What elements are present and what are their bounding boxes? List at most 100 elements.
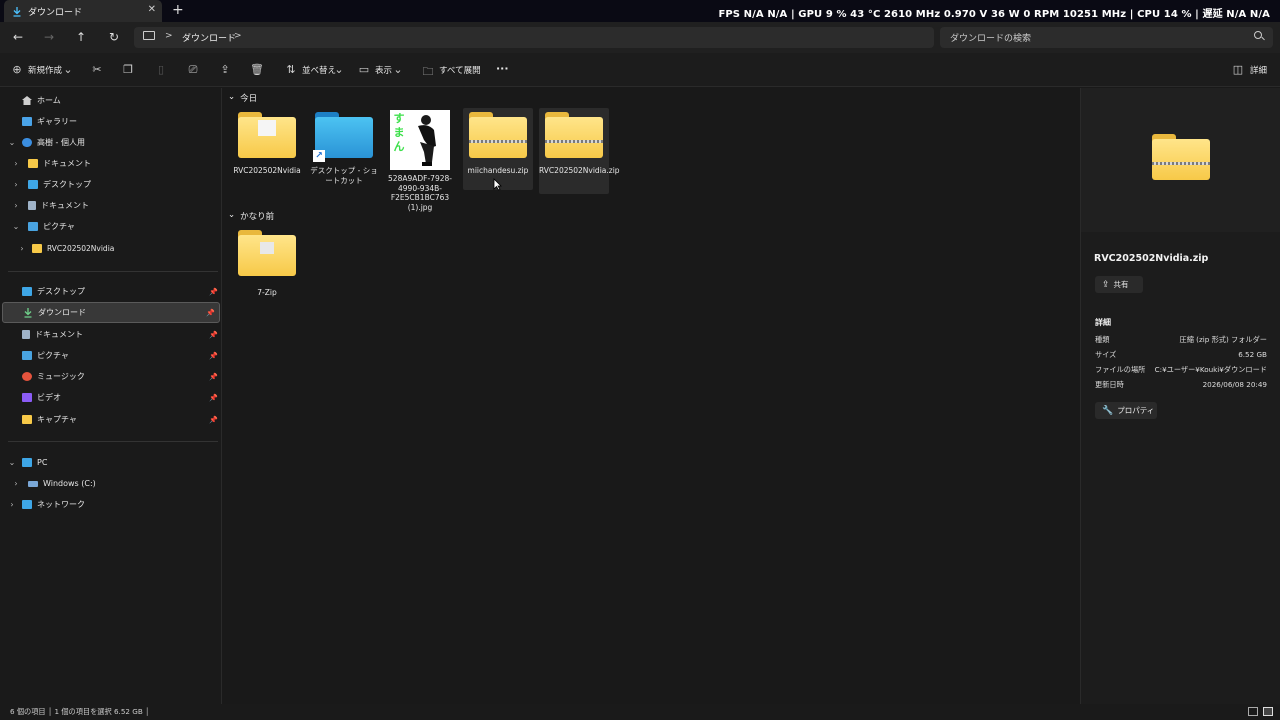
details-button[interactable]: 詳細	[1250, 64, 1267, 76]
chevron-down-icon[interactable]: ⌄	[12, 222, 20, 231]
pin-icon[interactable]: 📌	[206, 309, 215, 317]
sidebar-item-music[interactable]: ミュージック 📌	[0, 366, 222, 387]
chevron-down-icon[interactable]: ⌄	[228, 92, 235, 104]
chevron-down-icon[interactable]: ⌄	[332, 63, 346, 76]
sidebar-item-videos[interactable]: ビデオ 📌	[0, 387, 222, 408]
sidebar-item-od-desktop[interactable]: › デスクトップ	[0, 174, 222, 195]
share-icon[interactable]: ⇪	[218, 63, 232, 76]
address-bar[interactable]	[134, 27, 934, 48]
group-header-today[interactable]: ⌄ 今日	[228, 92, 257, 104]
sidebar-item-label: ホーム	[37, 96, 61, 105]
download-icon	[13, 6, 21, 17]
file-tile[interactable]: すまん 528A9ADF-7928-4990-934B-F2E5CB1BC763…	[386, 110, 454, 212]
view-button[interactable]: 表示	[375, 64, 392, 76]
sidebar-item-drive-c[interactable]: › Windows (C:)	[0, 473, 222, 494]
chevron-right-icon[interactable]: ›	[12, 180, 20, 189]
pin-icon[interactable]: 📌	[209, 394, 218, 402]
tab-close-button[interactable]: ✕	[148, 4, 156, 15]
details-pane-icon[interactable]: ◫	[1231, 63, 1245, 76]
file-name: RVC202502Nvidia	[233, 166, 301, 175]
sidebar-item-label: ピクチャ	[37, 351, 69, 360]
sidebar-item-home[interactable]: ホーム	[0, 90, 222, 111]
sidebar-item-desktop[interactable]: デスクトップ 📌	[0, 281, 222, 302]
up-button[interactable]: ↑	[73, 30, 89, 44]
chevron-right-icon[interactable]: ›	[12, 201, 20, 210]
delete-icon[interactable]: 🗑	[250, 63, 264, 76]
sort-icon[interactable]: ⇅	[284, 63, 298, 76]
view-icon[interactable]: ▭	[357, 63, 371, 76]
sidebar-item-pictures[interactable]: ピクチャ 📌	[0, 345, 222, 366]
new-button[interactable]: 新規作成	[28, 64, 62, 76]
sidebar-item-downloads[interactable]: ダウンロード 📌	[2, 302, 220, 323]
chevron-right-icon[interactable]: ›	[12, 159, 20, 168]
sort-button[interactable]: 並べ替え	[302, 64, 336, 76]
folder-icon	[22, 415, 32, 424]
sidebar-item-gallery[interactable]: ギャラリー	[0, 111, 222, 132]
sidebar-item-od-docs2[interactable]: › ドキュメント	[0, 195, 222, 216]
sidebar-item-od-rvc[interactable]: › RVC202502Nvidia	[0, 238, 222, 259]
paste-icon[interactable]: ▯	[154, 63, 168, 76]
folder-icon	[32, 244, 42, 253]
sidebar-item-label: デスクトップ	[43, 180, 91, 189]
details-section-title: 詳細	[1095, 318, 1111, 327]
chevron-down-icon[interactable]: ⌄	[8, 138, 16, 147]
pin-icon[interactable]: 📌	[209, 352, 218, 360]
extract-icon[interactable]: 🗀	[421, 63, 435, 82]
properties-button[interactable]: 🔧 プロパティ	[1095, 402, 1157, 419]
chevron-down-icon[interactable]: ⌄	[391, 63, 405, 76]
forward-button[interactable]: →	[41, 30, 57, 44]
more-options-button[interactable]: ···	[496, 62, 509, 75]
pictures-icon	[28, 222, 38, 231]
detail-row: 更新日時 2026/06/08 20:49	[1095, 380, 1267, 390]
sidebar-item-label: Windows (C:)	[43, 479, 96, 488]
new-tab-button[interactable]: +	[172, 2, 184, 18]
chevron-down-icon[interactable]: ⌄	[8, 458, 16, 467]
details-view-icon[interactable]	[1248, 707, 1258, 716]
search-icon[interactable]	[1254, 31, 1262, 39]
group-header-old[interactable]: ⌄ かなり前	[228, 210, 274, 222]
image-thumbnail: すまん	[390, 110, 450, 170]
refresh-button[interactable]: ↻	[106, 30, 122, 44]
rename-icon[interactable]: ⎚	[186, 63, 200, 77]
sidebar-item-label: ギャラリー	[37, 117, 77, 126]
chevron-right-icon[interactable]: ›	[18, 244, 26, 253]
file-tile[interactable]: RVC202502Nvidia	[233, 112, 301, 192]
tiles-view-icon[interactable]	[1263, 707, 1273, 716]
extract-all-button[interactable]: すべて展開	[439, 64, 481, 76]
copy-icon[interactable]: ❐	[121, 63, 135, 76]
breadcrumb-downloads[interactable]: ダウンロード	[182, 31, 236, 44]
home-icon	[22, 96, 32, 105]
chevron-down-icon[interactable]: ⌄	[61, 63, 75, 76]
sidebar-item-label: ダウンロード	[38, 308, 86, 317]
cut-icon[interactable]: ✂	[90, 63, 104, 76]
tab-downloads[interactable]: ダウンロード ✕	[4, 0, 162, 22]
breadcrumb-chevron[interactable]: >	[234, 31, 242, 41]
sidebar-item-network[interactable]: › ネットワーク	[0, 494, 222, 515]
sidebar-item-pc[interactable]: ⌄ PC	[0, 452, 222, 473]
chevron-down-icon[interactable]: ⌄	[228, 210, 235, 222]
this-pc-icon[interactable]	[143, 31, 155, 40]
new-icon[interactable]: ⊕	[10, 63, 24, 76]
chevron-right-icon[interactable]: ›	[12, 479, 20, 488]
preview-area	[1081, 88, 1280, 232]
sidebar-item-captures[interactable]: キャプチャ 📌	[0, 409, 222, 430]
sidebar-item-od-documents[interactable]: › ドキュメント	[0, 153, 222, 174]
share-button[interactable]: ⇪ 共有	[1095, 276, 1143, 293]
sidebar-item-documents[interactable]: ドキュメント 📌	[0, 324, 222, 345]
download-icon	[24, 308, 32, 318]
file-tile[interactable]: 7-Zip	[233, 230, 301, 306]
file-tile-selected[interactable]: RVC202502Nvidia.zip	[539, 108, 620, 194]
file-tile[interactable]: ↗ デスクトップ - ショートカット	[310, 112, 378, 192]
sidebar-item-label: ネットワーク	[37, 500, 85, 509]
breadcrumb-chevron[interactable]: >	[165, 31, 173, 41]
drive-icon	[28, 480, 38, 487]
sidebar-item-od-pictures[interactable]: ⌄ ピクチャ	[0, 216, 222, 237]
sidebar-divider	[8, 441, 218, 442]
pin-icon[interactable]: 📌	[209, 288, 218, 296]
pin-icon[interactable]: 📌	[209, 373, 218, 381]
pin-icon[interactable]: 📌	[209, 331, 218, 339]
sidebar-item-onedrive[interactable]: ⌄ 高樹 - 個人用	[0, 132, 222, 153]
chevron-right-icon[interactable]: ›	[8, 500, 16, 509]
pin-icon[interactable]: 📌	[209, 416, 218, 424]
back-button[interactable]: ←	[10, 30, 26, 44]
